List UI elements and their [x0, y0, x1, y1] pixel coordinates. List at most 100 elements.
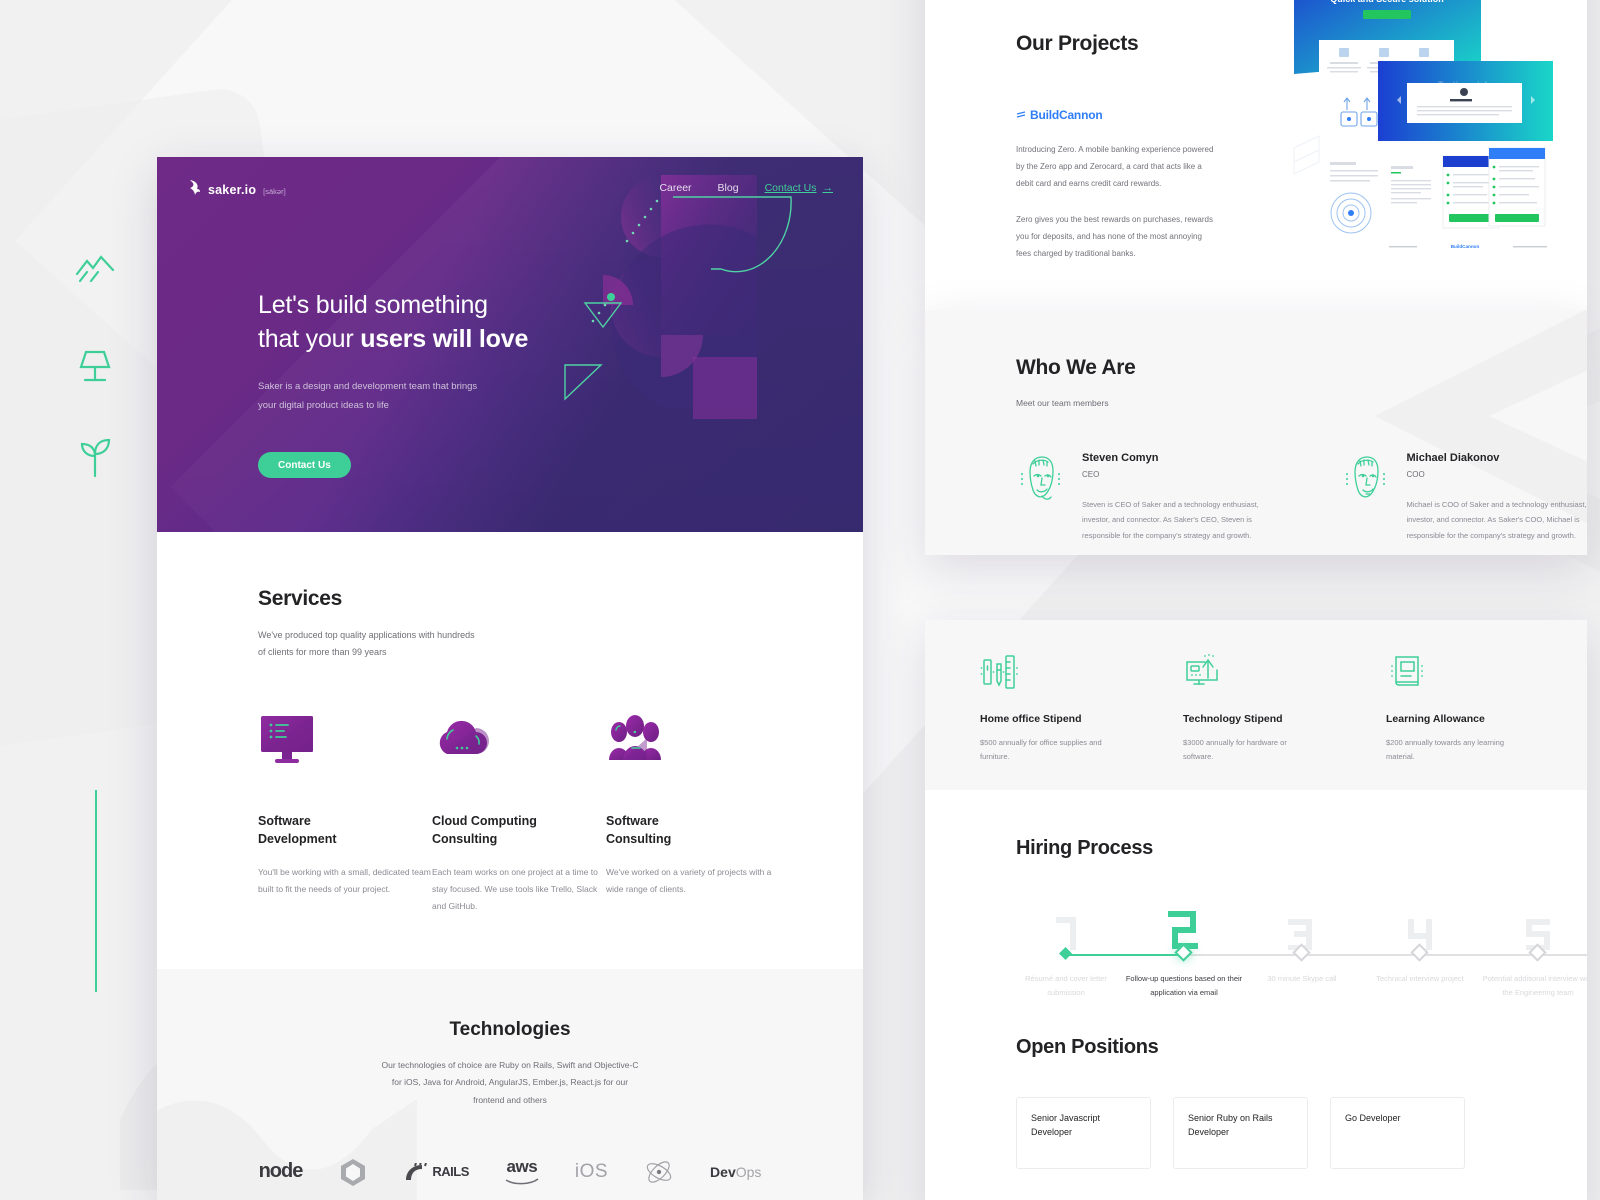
service-title: Software Consulting: [606, 813, 780, 848]
svg-text:Quick and Secure solution: Quick and Secure solution: [1330, 0, 1444, 4]
hiring-step-3[interactable]: 30 minute Skype call: [1243, 902, 1361, 983]
hiring-step-4[interactable]: Technical interview project: [1361, 902, 1479, 983]
service-title-line2: Development: [258, 831, 337, 846]
hexagon-logo-icon: [341, 1158, 366, 1186]
service-body: We've worked on a variety of projects wi…: [606, 866, 772, 894]
services-subtitle: We've produced top quality applications …: [258, 627, 863, 660]
hero-contact-us-button[interactable]: Contact Us: [258, 452, 351, 479]
aws-smile-icon: [505, 1178, 539, 1185]
open-positions-title: Open Positions: [1016, 1036, 1159, 1058]
who-we-are-subtitle: Meet our team members: [1016, 398, 1109, 408]
technologies-subtitle-line1: Our technologies of choice are Ruby on R…: [381, 1059, 639, 1070]
buildcannon-mark-icon: [1016, 110, 1026, 118]
team-member-card: Steven Comyn CEO Steven is CEO of Saker …: [1016, 452, 1263, 543]
logo[interactable]: saker.io [säkər]: [189, 179, 286, 197]
ios-logo-label: iOS: [574, 1160, 609, 1182]
svg-text:BuildCannon: BuildCannon: [1451, 244, 1480, 249]
benefit-title: Home office Stipend: [980, 713, 1082, 725]
team-member-card: Michael Diakonov COO Michael is COO of S…: [1341, 452, 1588, 543]
benefit-card-learning-allowance: Learning Allowance $200 annually towards…: [1386, 652, 1514, 790]
nav-item-contact-us[interactable]: Contact Us →: [765, 182, 833, 194]
book-icon: [1391, 656, 1423, 686]
main-site-card: saker.io [säkər] Career Blog Contact Us …: [157, 157, 863, 1200]
mountains-icon: [75, 255, 115, 283]
hiring-step-label: Résumé and cover letter submission: [1025, 974, 1107, 997]
service-body: Each team works on one project at a time…: [432, 866, 598, 911]
sprout-icon: [80, 438, 111, 478]
technologies-title: Technologies: [449, 1018, 571, 1040]
service-title-line1: Software: [258, 814, 311, 829]
technologies-logo-row: node RAILS aws iOS Dev Ops: [157, 1157, 863, 1187]
nav-item-career[interactable]: Career: [659, 182, 691, 194]
services-subtitle-line1: We've produced top quality applications …: [258, 630, 475, 640]
team-member-info: Michael Diakonov COO Michael is COO of S…: [1407, 452, 1588, 543]
hero-section: saker.io [säkər] Career Blog Contact Us …: [157, 157, 863, 532]
rails-logo-icon: [406, 1162, 428, 1180]
benefits-section: Home office Stipend $500 annually for of…: [925, 620, 1587, 790]
job-card[interactable]: Senior Ruby on Rails Developer: [1173, 1097, 1308, 1169]
service-card-cloud-computing-consulting: Cloud Computing Consulting Each team wor…: [432, 710, 606, 915]
node-logo: node: [258, 1157, 304, 1187]
team-member-bio: Michael is COO of Saker and a technology…: [1406, 500, 1587, 540]
hiring-process-section: Hiring Process Résumé and cover letter s…: [925, 790, 1587, 1012]
hiring-step-label: Technical interview project: [1376, 974, 1464, 983]
avatar-face-icon: [1021, 456, 1060, 500]
devops-logo-label-light: Ops: [735, 1163, 762, 1180]
job-card[interactable]: Go Developer: [1330, 1097, 1465, 1169]
technologies-section: Technologies Our technologies of choice …: [157, 968, 863, 1200]
benefit-title: Technology Stipend: [1183, 713, 1283, 725]
services-section: Services We've produced top quality appl…: [157, 532, 863, 915]
service-title-line2: Consulting: [606, 831, 672, 846]
nav-contact-label: Contact Us: [764, 182, 817, 194]
our-projects-card: Our Projects BuildCannon Introducing Zer…: [925, 0, 1587, 310]
ruler-pen-icon: [980, 655, 1018, 689]
hero-headline-line2: that your users will love: [258, 323, 528, 357]
team-member-role: COO: [1406, 470, 1425, 479]
services-title: Services: [258, 587, 343, 610]
nav-item-blog[interactable]: Blog: [718, 182, 739, 194]
project-paragraph-1: Introducing Zero. A mobile banking exper…: [1016, 145, 1214, 188]
benefit-card-home-office-stipend: Home office Stipend $500 annually for of…: [980, 652, 1108, 790]
step-number-3: [1288, 919, 1312, 951]
arrow-right-icon: →: [822, 182, 834, 194]
ios-logo: iOS: [575, 1157, 608, 1187]
saker-bird-icon: [190, 180, 200, 195]
team-member-name: Steven Comyn: [1082, 452, 1159, 464]
open-positions-list: Senior Javascript Developer Senior Ruby …: [1016, 1097, 1587, 1169]
job-card[interactable]: Senior Javascript Developer: [1016, 1097, 1151, 1169]
hiring-step-label: 30 minute Skype call: [1267, 974, 1337, 983]
team-member-bio: Steven is CEO of Saker and a technology …: [1082, 500, 1259, 540]
hero-headline-line2-plain: that your: [258, 324, 361, 353]
hero-subtext-line1: Saker is a design and development team t…: [258, 381, 478, 392]
who-we-are-card: Who We Are Meet our team members Steven …: [925, 310, 1587, 555]
team-grid: Steven Comyn CEO Steven is CEO of Saker …: [1016, 452, 1587, 543]
team-member-role: CEO: [1082, 470, 1100, 479]
benefit-title: Learning Allowance: [1386, 713, 1485, 725]
hero-headline-line1: Let's build something: [258, 291, 488, 319]
accent-vertical-rule: [95, 790, 97, 992]
who-we-are-title: Who We Are: [1016, 356, 1136, 379]
hiring-process-timeline: Résumé and cover letter submission Follo…: [1016, 902, 1587, 1012]
step-number-5: [1526, 919, 1550, 951]
hiring-step-label: Follow-up questions based on their appli…: [1125, 974, 1243, 997]
logo-text: saker.io: [208, 183, 257, 197]
project-client-name: BuildCannon: [1030, 108, 1103, 122]
rails-logo-label: RAILS: [432, 1164, 469, 1180]
devops-logo: Dev Ops: [710, 1157, 761, 1187]
hiring-step-1[interactable]: Résumé and cover letter submission: [1007, 902, 1125, 997]
logo-pronunciation: [säkər]: [263, 187, 286, 196]
who-we-are-copy: Who We Are Meet our team members Steven …: [925, 310, 1587, 543]
hiring-step-5[interactable]: Potential additional interview with the …: [1479, 902, 1587, 997]
step-number-4: [1408, 919, 1432, 951]
hiring-step-2[interactable]: Follow-up questions based on their appli…: [1125, 902, 1243, 997]
node-logo-label: node: [258, 1160, 304, 1183]
project-paragraph-2: Zero gives you the best rewards on purch…: [1016, 215, 1213, 258]
step-number-2: [1168, 911, 1198, 949]
avatar-face-icon: [1345, 456, 1385, 498]
monitor-code-icon: [261, 716, 313, 764]
rails-logo: RAILS: [404, 1157, 469, 1187]
hero-subtext-line2: your digital product ideas to life: [258, 399, 389, 411]
team-member-info: Steven Comyn CEO Steven is CEO of Saker …: [1082, 452, 1263, 543]
lamp-icon: [79, 350, 111, 382]
service-title-line2: Consulting: [432, 831, 498, 846]
